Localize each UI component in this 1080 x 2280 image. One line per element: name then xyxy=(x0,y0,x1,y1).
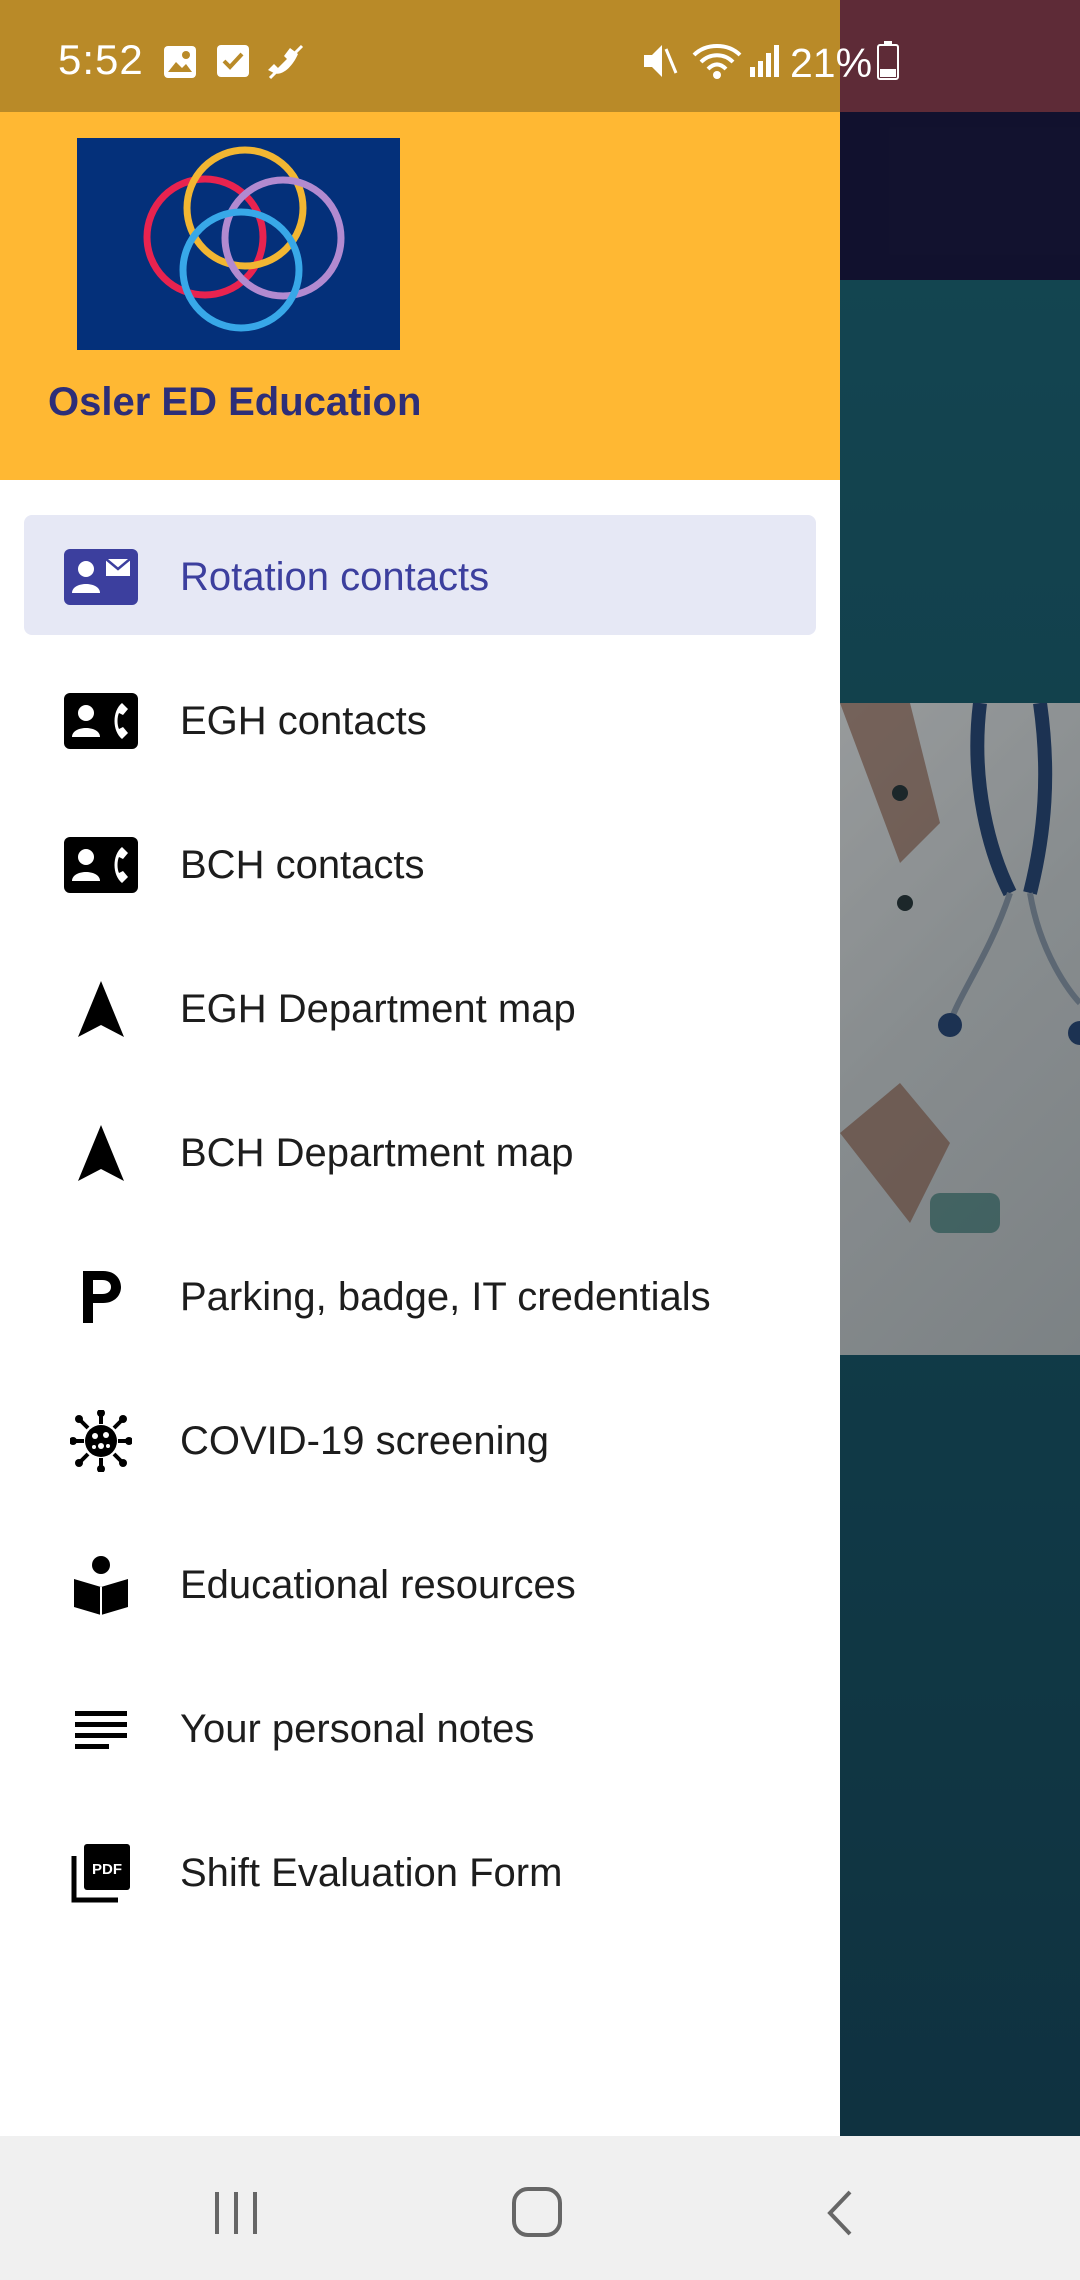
menu-item-parking-badge-it[interactable]: Parking, badge, IT credentials xyxy=(0,1225,840,1369)
menu-label: BCH Department map xyxy=(180,1130,574,1175)
menu-item-bch-contacts[interactable]: BCH contacts xyxy=(0,793,840,937)
muted-call-icon xyxy=(266,44,306,85)
drawer-header: Osler ED Education xyxy=(0,112,840,480)
menu-label: COVID-19 screening xyxy=(180,1418,550,1463)
system-nav-bar xyxy=(0,2136,1080,2280)
checkbox-icon xyxy=(216,44,250,83)
reading-icon xyxy=(64,1548,138,1622)
menu-label: EGH contacts xyxy=(180,698,427,743)
recent-apps-icon xyxy=(215,2192,257,2234)
gallery-icon xyxy=(162,44,198,85)
menu-label: EGH Department map xyxy=(180,986,576,1031)
status-bar: 5:52 21% xyxy=(0,0,1080,112)
notes-icon xyxy=(64,1692,138,1766)
virus-icon xyxy=(64,1404,138,1478)
vibrate-mute-icon xyxy=(638,41,680,86)
menu-item-bch-department-map[interactable]: BCH Department map xyxy=(0,1081,840,1225)
signal-icon xyxy=(748,43,782,84)
pdf-icon: PDF xyxy=(64,1836,138,1910)
menu-label: Shift Evaluation Form xyxy=(180,1850,563,1895)
app-title: Osler ED Education xyxy=(48,380,422,424)
home-button[interactable] xyxy=(498,2178,578,2248)
contact-phone-icon xyxy=(64,684,138,758)
battery-icon xyxy=(876,41,900,86)
navigation-drawer: Osler ED Education Rotation contacts EGH… xyxy=(0,112,840,2136)
menu-item-personal-notes[interactable]: Your personal notes xyxy=(0,1657,840,1801)
back-button[interactable] xyxy=(800,2178,880,2248)
menu-label: Rotation contacts xyxy=(180,554,490,599)
status-time: 5:52 xyxy=(58,36,144,83)
back-icon xyxy=(827,2190,852,2236)
contact-mail-icon xyxy=(64,540,138,614)
menu-label: Your personal notes xyxy=(180,1706,535,1751)
menu-label: BCH contacts xyxy=(180,842,425,887)
contact-phone-icon xyxy=(64,828,138,902)
drawer-menu: Rotation contacts EGH contacts BCH conta… xyxy=(0,505,840,1945)
parking-icon xyxy=(64,1260,138,1334)
home-icon xyxy=(512,2187,562,2237)
menu-label: Educational resources xyxy=(180,1562,576,1607)
menu-item-egh-contacts[interactable]: EGH contacts xyxy=(0,649,840,793)
menu-item-educational-resources[interactable]: Educational resources xyxy=(0,1513,840,1657)
navigation-arrow-icon xyxy=(64,972,138,1046)
recent-apps-button[interactable] xyxy=(196,2178,276,2248)
menu-item-rotation-contacts[interactable]: Rotation contacts xyxy=(0,505,840,649)
svg-text:PDF: PDF xyxy=(92,1861,122,1878)
menu-item-covid-screening[interactable]: COVID-19 screening xyxy=(0,1369,840,1513)
battery-percent: 21% xyxy=(790,40,873,86)
menu-label: Parking, badge, IT credentials xyxy=(180,1274,711,1319)
menu-item-shift-evaluation-form[interactable]: PDF Shift Evaluation Form xyxy=(0,1801,840,1945)
navigation-arrow-icon xyxy=(64,1116,138,1190)
menu-item-egh-department-map[interactable]: EGH Department map xyxy=(0,937,840,1081)
wifi-icon xyxy=(692,41,742,86)
app-logo xyxy=(77,138,400,350)
